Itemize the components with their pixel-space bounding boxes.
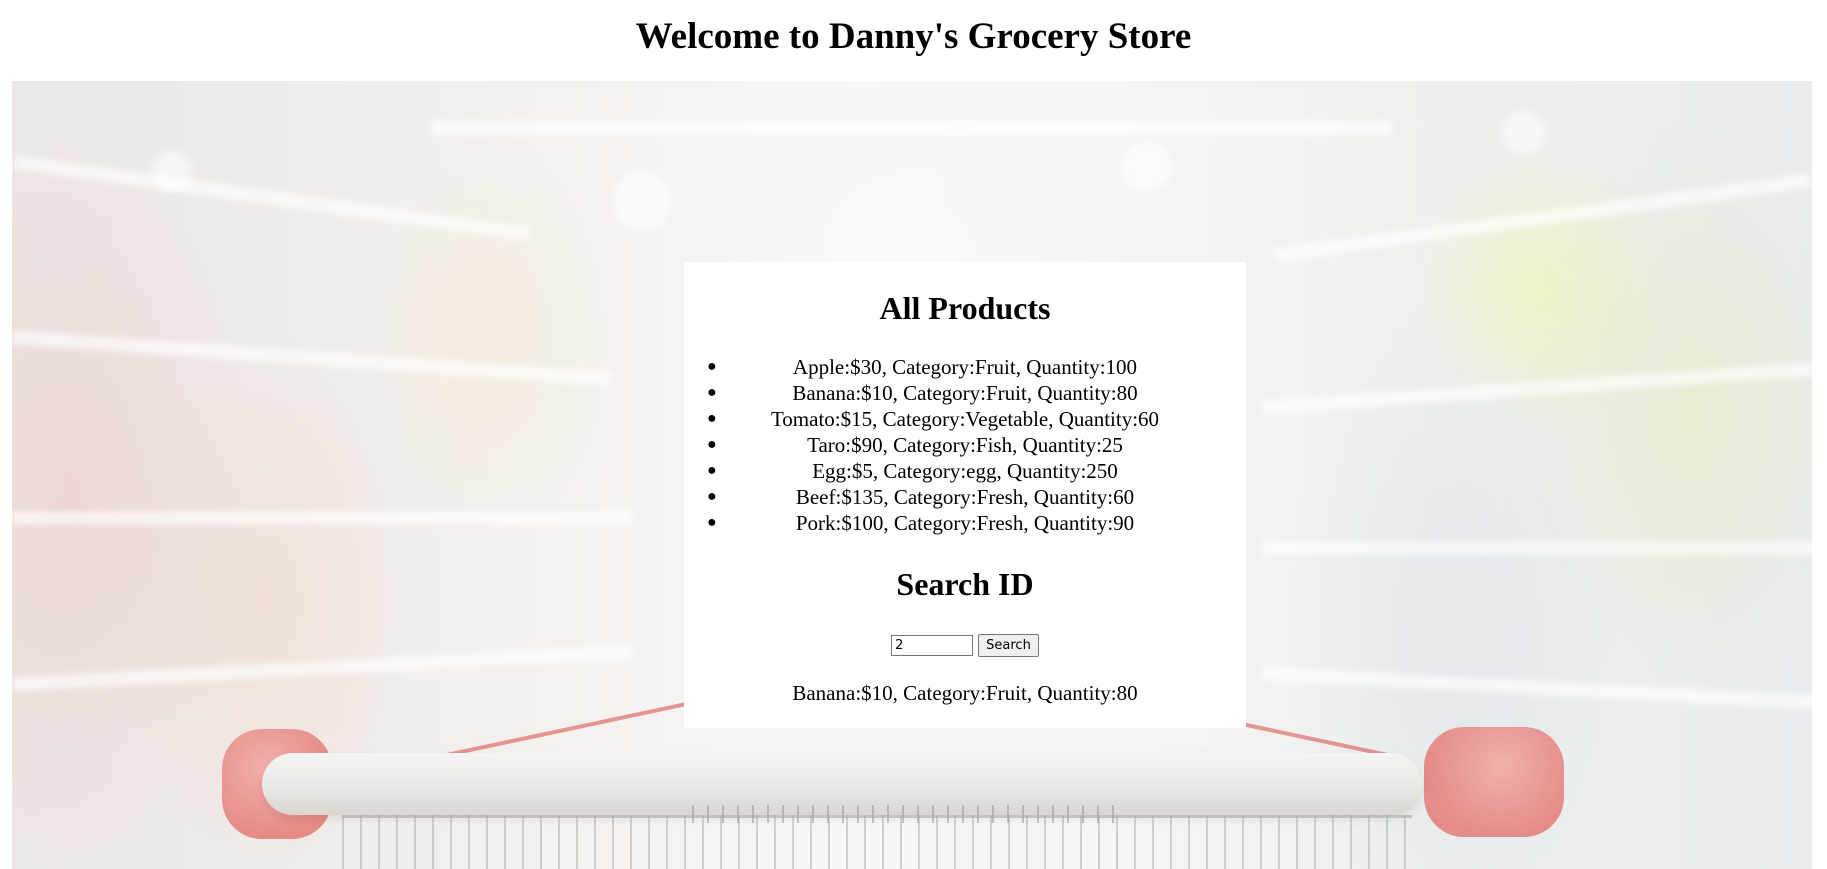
all-products-heading: All Products — [879, 290, 1051, 326]
search-result: Banana:$10, Category:Fruit, Quantity:80 — [792, 681, 1138, 705]
list-item: ● Taro:$90, Category:Fish, Quantity:25 — [684, 432, 1246, 458]
shelf-line — [432, 121, 1392, 135]
list-item: ● Apple:$30, Category:Fruit, Quantity:100 — [684, 354, 1246, 380]
bullet-icon: ● — [707, 358, 717, 375]
search-form: Search — [684, 634, 1246, 657]
bullet-icon: ● — [707, 436, 717, 453]
product-card: All Products ● Apple:$30, Category:Fruit,… — [684, 262, 1246, 728]
product-text: Banana:$10, Category:Fruit, Quantity:80 — [792, 381, 1138, 405]
list-item: ● Pork:$100, Category:Fresh, Quantity:90 — [684, 510, 1246, 536]
bokeh-light — [612, 171, 672, 231]
list-item: ● Banana:$10, Category:Fruit, Quantity:80 — [684, 380, 1246, 406]
product-text: Egg:$5, Category:egg, Quantity:250 — [812, 459, 1118, 483]
list-item: ● Beef:$135, Category:Fresh, Quantity:60 — [684, 484, 1246, 510]
list-item: ● Egg:$5, Category:egg, Quantity:250 — [684, 458, 1246, 484]
bullet-icon: ● — [707, 514, 717, 531]
cart-grip-right — [1424, 727, 1564, 837]
bullet-icon: ● — [707, 410, 717, 427]
product-text: Apple:$30, Category:Fruit, Quantity:100 — [792, 355, 1138, 379]
product-text: Pork:$100, Category:Fresh, Quantity:90 — [795, 511, 1135, 535]
product-list: ● Apple:$30, Category:Fruit, Quantity:100… — [684, 354, 1246, 536]
shelf-line — [12, 511, 632, 525]
search-button[interactable]: Search — [978, 634, 1039, 657]
bokeh-light — [1502, 111, 1546, 155]
shelf-line — [1262, 541, 1812, 555]
page-title: Welcome to Danny's Grocery Store — [635, 16, 1192, 57]
cart-basket — [342, 815, 1412, 869]
search-id-heading: Search ID — [896, 566, 1034, 602]
product-text: Taro:$90, Category:Fish, Quantity:25 — [807, 433, 1123, 457]
bullet-icon: ● — [707, 488, 717, 505]
bullet-icon: ● — [707, 384, 717, 401]
search-id-input[interactable] — [891, 635, 974, 656]
bokeh-light — [1122, 141, 1172, 191]
bokeh-light — [152, 151, 192, 191]
product-text: Beef:$135, Category:Fresh, Quantity:60 — [795, 485, 1135, 509]
bullet-icon: ● — [707, 462, 717, 479]
list-item: ● Tomato:$15, Category:Vegetable, Quantit… — [684, 406, 1246, 432]
product-text: Tomato:$15, Category:Vegetable, Quantity… — [770, 407, 1160, 431]
